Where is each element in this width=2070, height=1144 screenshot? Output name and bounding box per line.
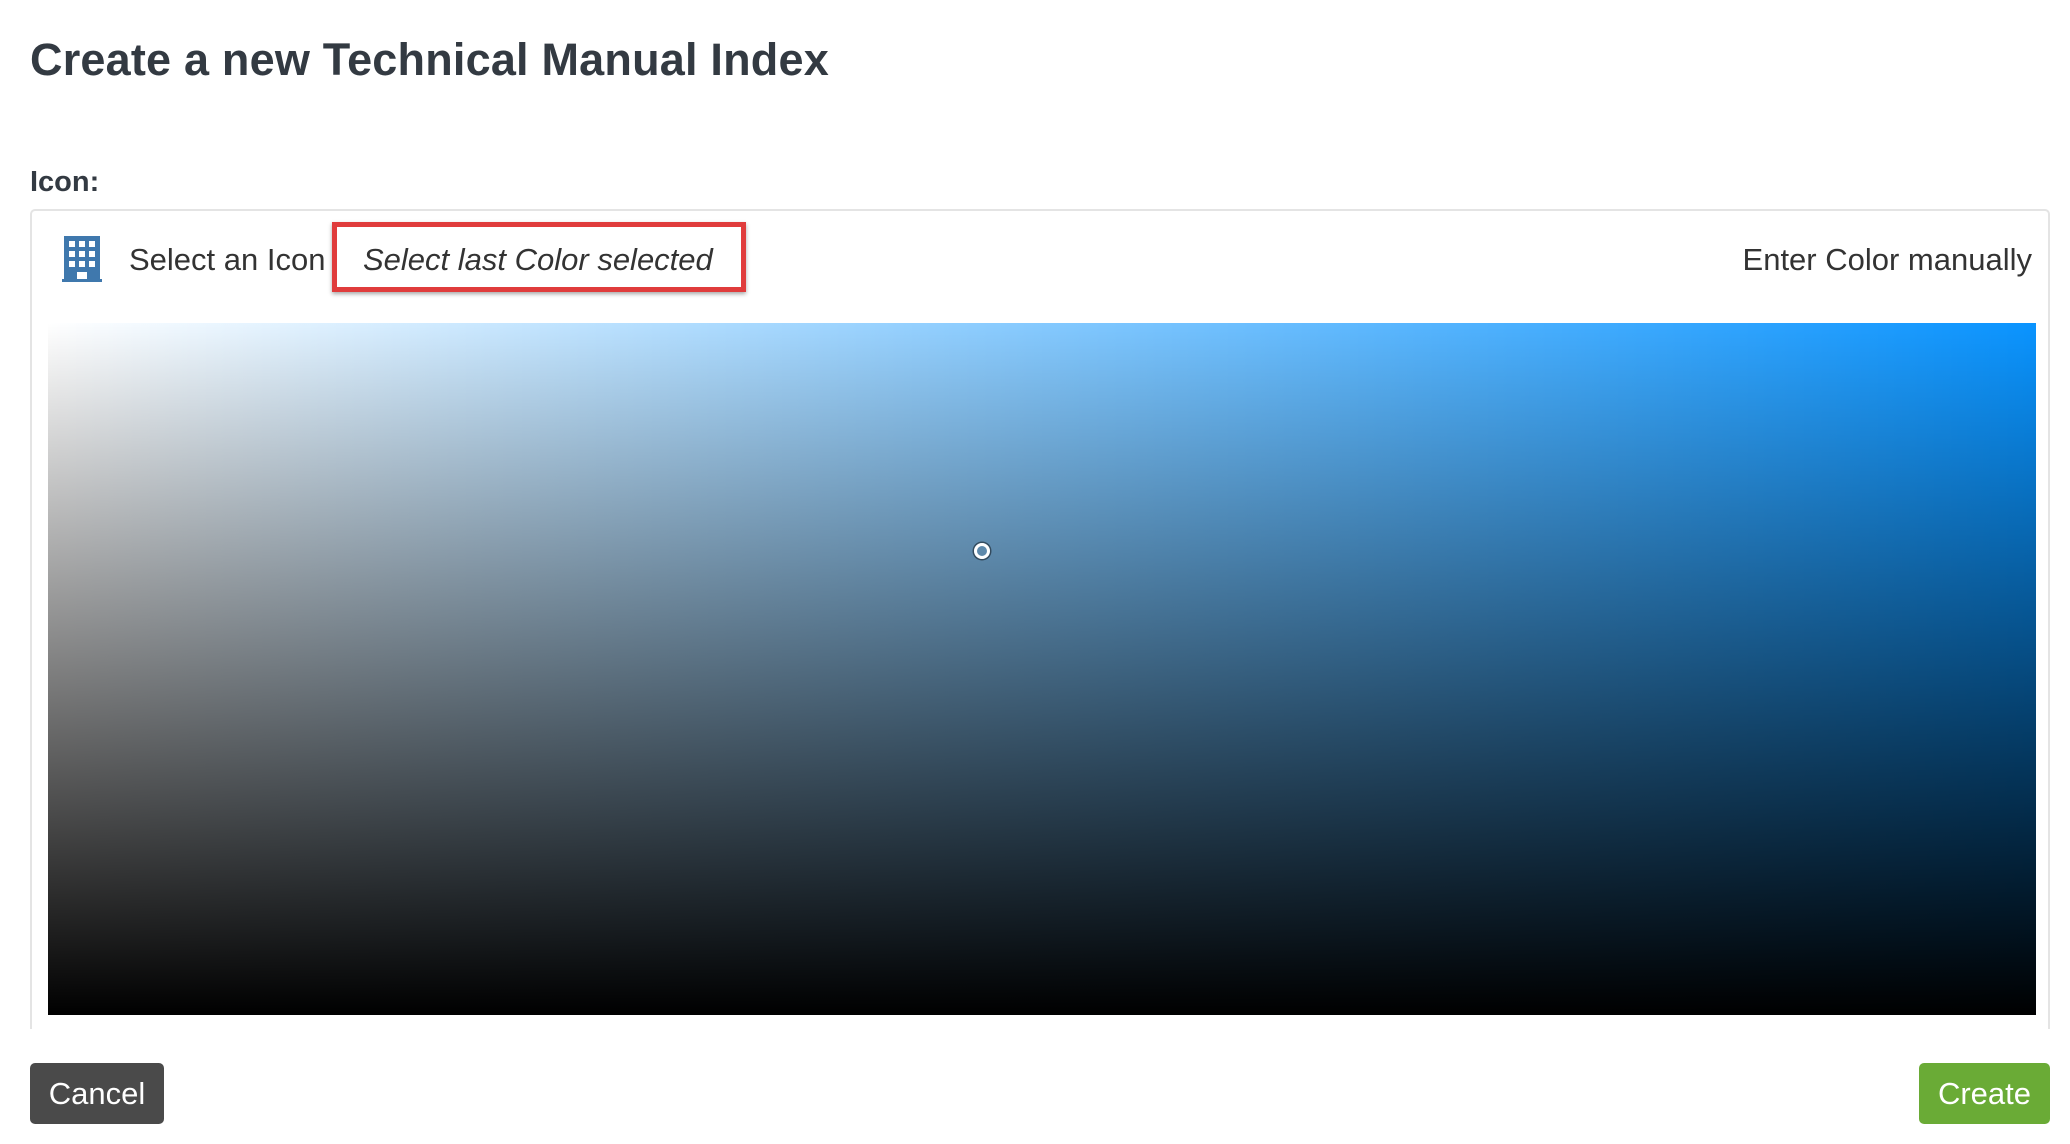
icon-field-label: Icon:: [30, 166, 100, 198]
create-button[interactable]: Create: [1919, 1063, 2050, 1124]
cancel-button[interactable]: Cancel: [30, 1063, 164, 1124]
page-title: Create a new Technical Manual Index: [30, 34, 829, 85]
icon-picker-panel: Select an Icon Select last Color selecte…: [30, 209, 2050, 1029]
select-last-color-label[interactable]: Select last Color selected: [363, 242, 713, 278]
dialog: Create a new Technical Manual Index Icon…: [0, 0, 2070, 1144]
select-last-color-button[interactable]: Select last Color selected: [332, 222, 746, 292]
select-icon-link[interactable]: Select an Icon: [129, 242, 325, 278]
enter-color-manually-link[interactable]: Enter Color manually: [1743, 242, 2032, 278]
building-icon[interactable]: [58, 234, 106, 284]
color-picker-handle[interactable]: [974, 543, 991, 560]
saturation-brightness-picker[interactable]: [48, 323, 2036, 1015]
